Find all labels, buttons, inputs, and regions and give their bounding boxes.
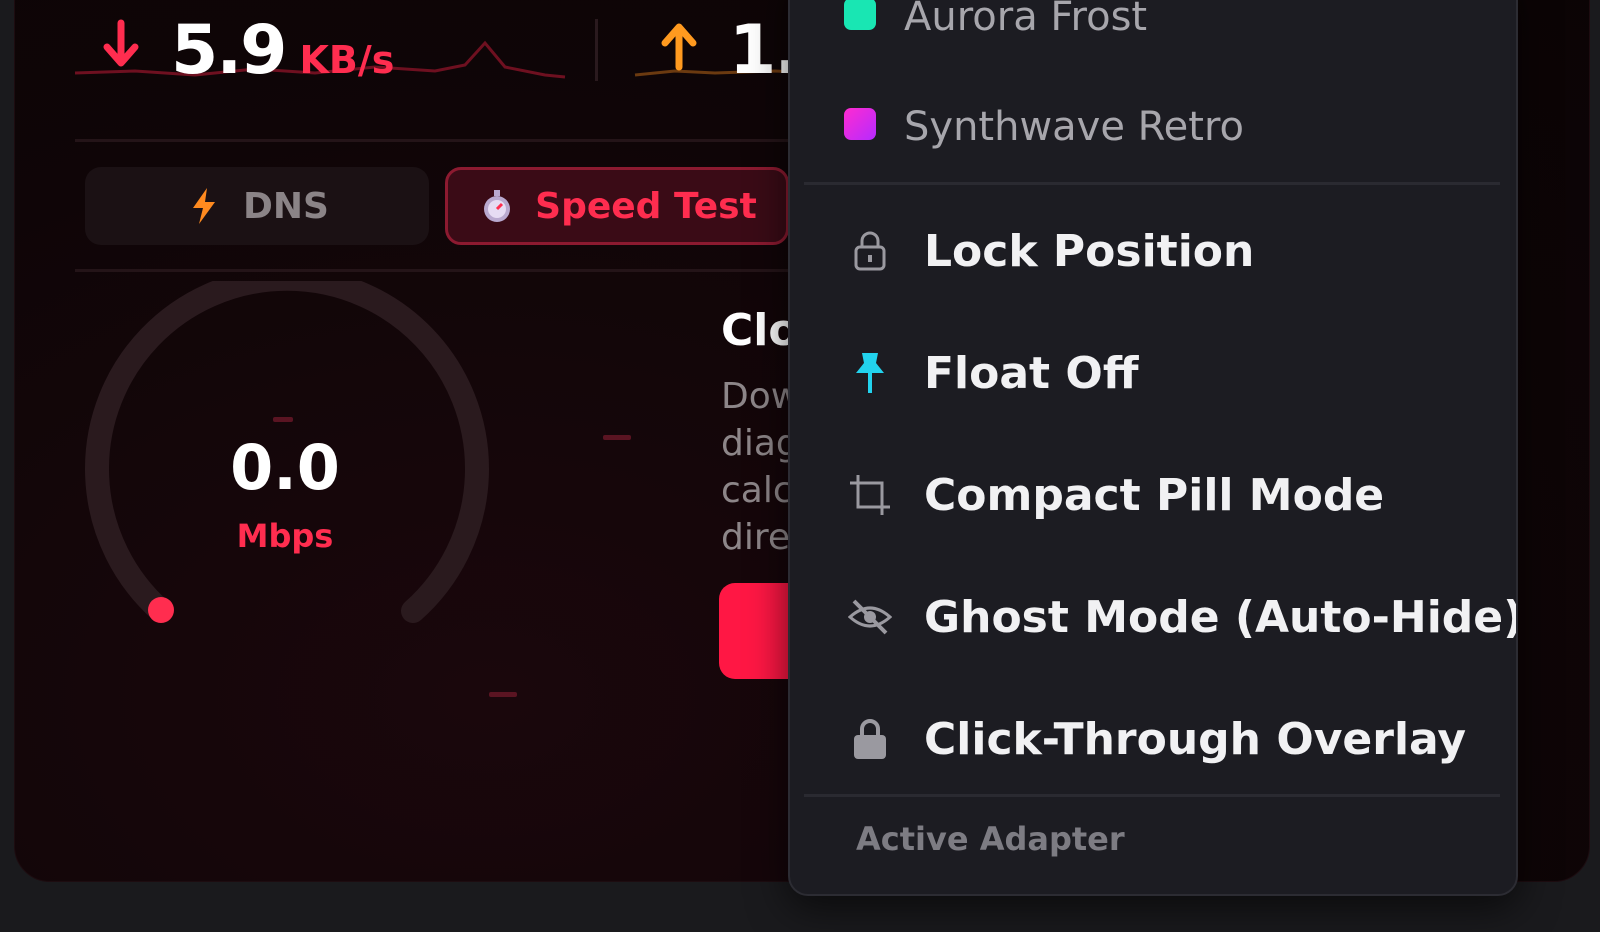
menu-item-label: Float Off xyxy=(924,347,1139,399)
download-arrow-icon xyxy=(103,19,139,67)
menu-item-label: Compact Pill Mode xyxy=(924,469,1385,521)
synthwave-retro-swatch xyxy=(844,108,876,140)
speed-gauge: 0.0 Mbps xyxy=(75,266,495,661)
aurora-frost-swatch xyxy=(844,0,876,30)
decor-dash xyxy=(489,692,517,697)
decor-dash xyxy=(603,435,631,440)
download-speed: 5.9 KB/s xyxy=(99,17,394,85)
stopwatch-icon xyxy=(484,190,511,222)
divider-tabs xyxy=(75,269,815,272)
speedtest-panel-title: Clo xyxy=(721,305,799,356)
download-unit: KB/s xyxy=(299,38,395,82)
upload-arrow-icon xyxy=(661,23,697,71)
decor-dash xyxy=(273,417,293,422)
lightning-icon xyxy=(193,188,216,224)
tab-dns-label: DNS xyxy=(243,185,329,227)
tab-speed-test-label: Speed Test xyxy=(535,185,757,227)
menu-section-active-adapter: Active Adapter xyxy=(856,820,1125,858)
lock-open-icon xyxy=(848,229,892,273)
download-value: 5.9 xyxy=(171,11,287,90)
tab-speed-test[interactable]: Speed Test xyxy=(445,167,789,245)
gauge-value: 0.0 xyxy=(230,431,340,504)
eye-off-icon xyxy=(848,595,892,639)
lock-icon xyxy=(848,717,892,761)
app-stage: 5.9 KB/s 1.0 DNS Speed Test 0.0 Mbps Clo… xyxy=(0,0,1600,932)
gauge-needle-dot xyxy=(148,597,174,623)
menu-item-ghost-mode[interactable]: Ghost Mode (Auto-Hide) xyxy=(790,562,1516,672)
theme-label: Synthwave Retro xyxy=(904,104,1244,150)
menu-separator xyxy=(804,794,1500,797)
menu-item-compact-pill-mode[interactable]: Compact Pill Mode xyxy=(790,440,1516,550)
menu-item-label: Click-Through Overlay xyxy=(924,713,1467,765)
theme-synthwave-retro[interactable]: Synthwave Retro xyxy=(790,72,1516,182)
tab-dns[interactable]: DNS xyxy=(85,167,429,245)
context-menu: Aurora Frost Synthwave Retro Lock Positi… xyxy=(788,0,1518,896)
menu-item-label: Lock Position xyxy=(924,225,1255,277)
menu-separator xyxy=(804,182,1500,185)
menu-item-click-through-overlay[interactable]: Click-Through Overlay xyxy=(790,684,1516,794)
menu-item-label: Ghost Mode (Auto-Hide) xyxy=(924,591,1518,643)
crop-icon xyxy=(848,473,892,517)
divider-top xyxy=(75,139,815,142)
theme-label: Aurora Frost xyxy=(904,0,1148,40)
gauge-unit: Mbps xyxy=(236,517,334,555)
stats-divider xyxy=(595,19,598,81)
menu-item-float-off[interactable]: Float Off xyxy=(790,318,1516,428)
menu-item-lock-position[interactable]: Lock Position xyxy=(790,196,1516,306)
theme-aurora-frost[interactable]: Aurora Frost xyxy=(790,0,1516,72)
pin-icon xyxy=(848,351,892,395)
